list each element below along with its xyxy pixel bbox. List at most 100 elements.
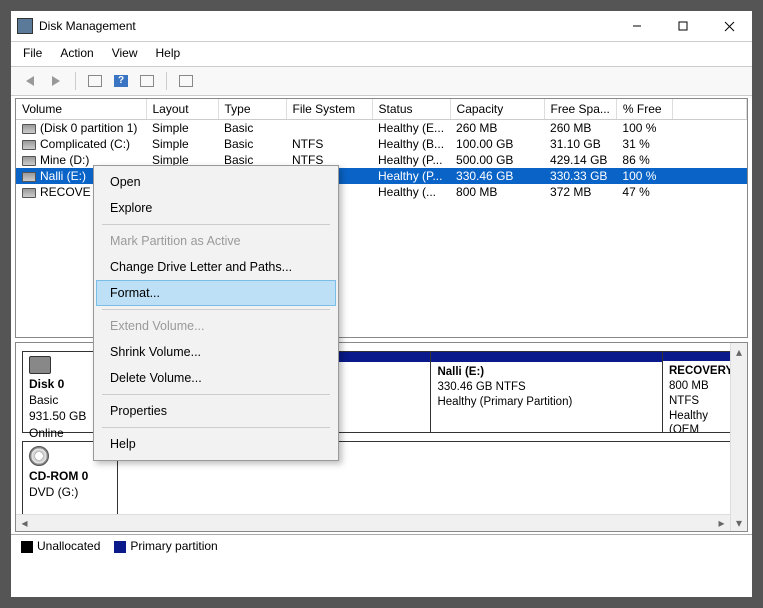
- disk0-type: Basic: [29, 393, 58, 407]
- partition-nalli[interactable]: Nalli (E:) 330.46 GB NTFS Healthy (Prima…: [431, 351, 663, 433]
- horizontal-scrollbar[interactable]: ◂ ▸: [16, 514, 730, 531]
- cell-fs: [286, 120, 372, 137]
- scroll-up-icon[interactable]: ▴: [731, 343, 747, 360]
- hdd-icon: [29, 356, 51, 374]
- context-explore[interactable]: Explore: [96, 195, 336, 221]
- context-separator: [102, 309, 330, 310]
- cell-type: Basic: [218, 120, 286, 137]
- cell-pct: 100 %: [616, 168, 672, 184]
- menu-view[interactable]: View: [110, 44, 140, 62]
- vertical-scrollbar[interactable]: ▴ ▾: [730, 343, 747, 531]
- volume-icon: [22, 188, 36, 198]
- table-header-row: Volume Layout Type File System Status Ca…: [16, 99, 747, 120]
- volume-context-menu: Open Explore Mark Partition as Active Ch…: [93, 165, 339, 461]
- cell-status: Healthy (...: [372, 184, 450, 200]
- disk0-size: 931.50 GB: [29, 409, 86, 423]
- cell-capacity: 500.00 GB: [450, 152, 544, 168]
- context-delete[interactable]: Delete Volume...: [96, 365, 336, 391]
- col-freespace[interactable]: Free Spa...: [544, 99, 616, 120]
- partition-status: Healthy (Primary Partition): [437, 396, 572, 408]
- scroll-left-icon[interactable]: ◂: [16, 516, 33, 530]
- settings-list-icon: [140, 75, 154, 87]
- cell-status: Healthy (B...: [372, 136, 450, 152]
- forward-button[interactable]: [45, 71, 67, 91]
- context-change-letter[interactable]: Change Drive Letter and Paths...: [96, 254, 336, 280]
- arrow-right-icon: [52, 76, 60, 86]
- partition-body: RECOVERY 800 MB NTFS Healthy (OEM: [663, 361, 740, 432]
- swatch-primary-icon: [114, 541, 126, 553]
- maximize-icon: [678, 21, 688, 31]
- toolbar-extra-button[interactable]: [175, 71, 197, 91]
- cell-status: Healthy (P...: [372, 152, 450, 168]
- menu-action[interactable]: Action: [58, 44, 95, 62]
- partition-size: 800 MB NTFS: [669, 380, 709, 407]
- cdrom-label: CD-ROM 0: [29, 469, 88, 483]
- cell-layout: Simple: [146, 136, 218, 152]
- menu-file[interactable]: File: [21, 44, 44, 62]
- swatch-unallocated-icon: [21, 541, 33, 553]
- cdrom-icon: [29, 446, 49, 466]
- close-button[interactable]: [706, 11, 752, 41]
- context-properties[interactable]: Properties: [96, 398, 336, 424]
- col-filesystem[interactable]: File System: [286, 99, 372, 120]
- col-capacity[interactable]: Capacity: [450, 99, 544, 120]
- col-pctfree[interactable]: % Free: [616, 99, 672, 120]
- col-layout[interactable]: Layout: [146, 99, 218, 120]
- partition-header: [431, 352, 662, 362]
- show-hide-console-button[interactable]: [84, 71, 106, 91]
- arrow-left-icon: [26, 76, 34, 86]
- cell-name: (Disk 0 partition 1): [16, 120, 146, 137]
- help-topics-button[interactable]: ?: [110, 71, 132, 91]
- cell-pct: 86 %: [616, 152, 672, 168]
- console-tree-icon: [88, 75, 102, 87]
- cell-capacity: 800 MB: [450, 184, 544, 200]
- toolbar-settings-button[interactable]: [136, 71, 158, 91]
- back-button[interactable]: [19, 71, 41, 91]
- maximize-button[interactable]: [660, 11, 706, 41]
- cell-free: 31.10 GB: [544, 136, 616, 152]
- scroll-right-icon[interactable]: ▸: [713, 516, 730, 530]
- col-status[interactable]: Status: [372, 99, 450, 120]
- table-row[interactable]: (Disk 0 partition 1)SimpleBasicHealthy (…: [16, 120, 747, 137]
- cell-type: Basic: [218, 136, 286, 152]
- col-volume[interactable]: Volume: [16, 99, 146, 120]
- menu-help[interactable]: Help: [154, 44, 183, 62]
- cell-fs: NTFS: [286, 136, 372, 152]
- cell-free: 429.14 GB: [544, 152, 616, 168]
- titlebar: Disk Management: [11, 11, 752, 41]
- cdrom-sub: DVD (G:): [29, 485, 78, 499]
- context-open[interactable]: Open: [96, 169, 336, 195]
- toolbar: ?: [11, 67, 752, 95]
- context-help[interactable]: Help: [96, 431, 336, 457]
- context-format[interactable]: Format...: [96, 280, 336, 306]
- cell-status: Healthy (E...: [372, 120, 450, 137]
- legend-primary: Primary partition: [114, 539, 217, 553]
- cell-pct: 31 %: [616, 136, 672, 152]
- col-spacer: [672, 99, 746, 120]
- context-separator: [102, 394, 330, 395]
- disk-management-window: Disk Management File Action View Help ?: [10, 10, 753, 598]
- col-type[interactable]: Type: [218, 99, 286, 120]
- toolbar-divider: [166, 72, 167, 90]
- minimize-button[interactable]: [614, 11, 660, 41]
- context-separator: [102, 224, 330, 225]
- toolbar-divider: [75, 72, 76, 90]
- window-title: Disk Management: [39, 19, 614, 33]
- context-mark-active: Mark Partition as Active: [96, 228, 336, 254]
- menu-bar: File Action View Help: [11, 42, 752, 66]
- volume-icon: [22, 156, 36, 166]
- extra-icon: [179, 75, 193, 87]
- help-icon: ?: [114, 75, 128, 87]
- cell-pct: 47 %: [616, 184, 672, 200]
- table-row[interactable]: Complicated (C:)SimpleBasicNTFSHealthy (…: [16, 136, 747, 152]
- partition-body: Nalli (E:) 330.46 GB NTFS Healthy (Prima…: [431, 362, 662, 413]
- context-shrink[interactable]: Shrink Volume...: [96, 339, 336, 365]
- legend-unallocated: Unallocated: [21, 539, 100, 553]
- app-icon: [17, 18, 33, 34]
- volume-icon: [22, 140, 36, 150]
- minimize-icon: [632, 21, 642, 31]
- scroll-down-icon[interactable]: ▾: [731, 514, 747, 531]
- cell-free: 330.33 GB: [544, 168, 616, 184]
- disk0-label: Disk 0: [29, 377, 64, 391]
- cell-name: Complicated (C:): [16, 136, 146, 152]
